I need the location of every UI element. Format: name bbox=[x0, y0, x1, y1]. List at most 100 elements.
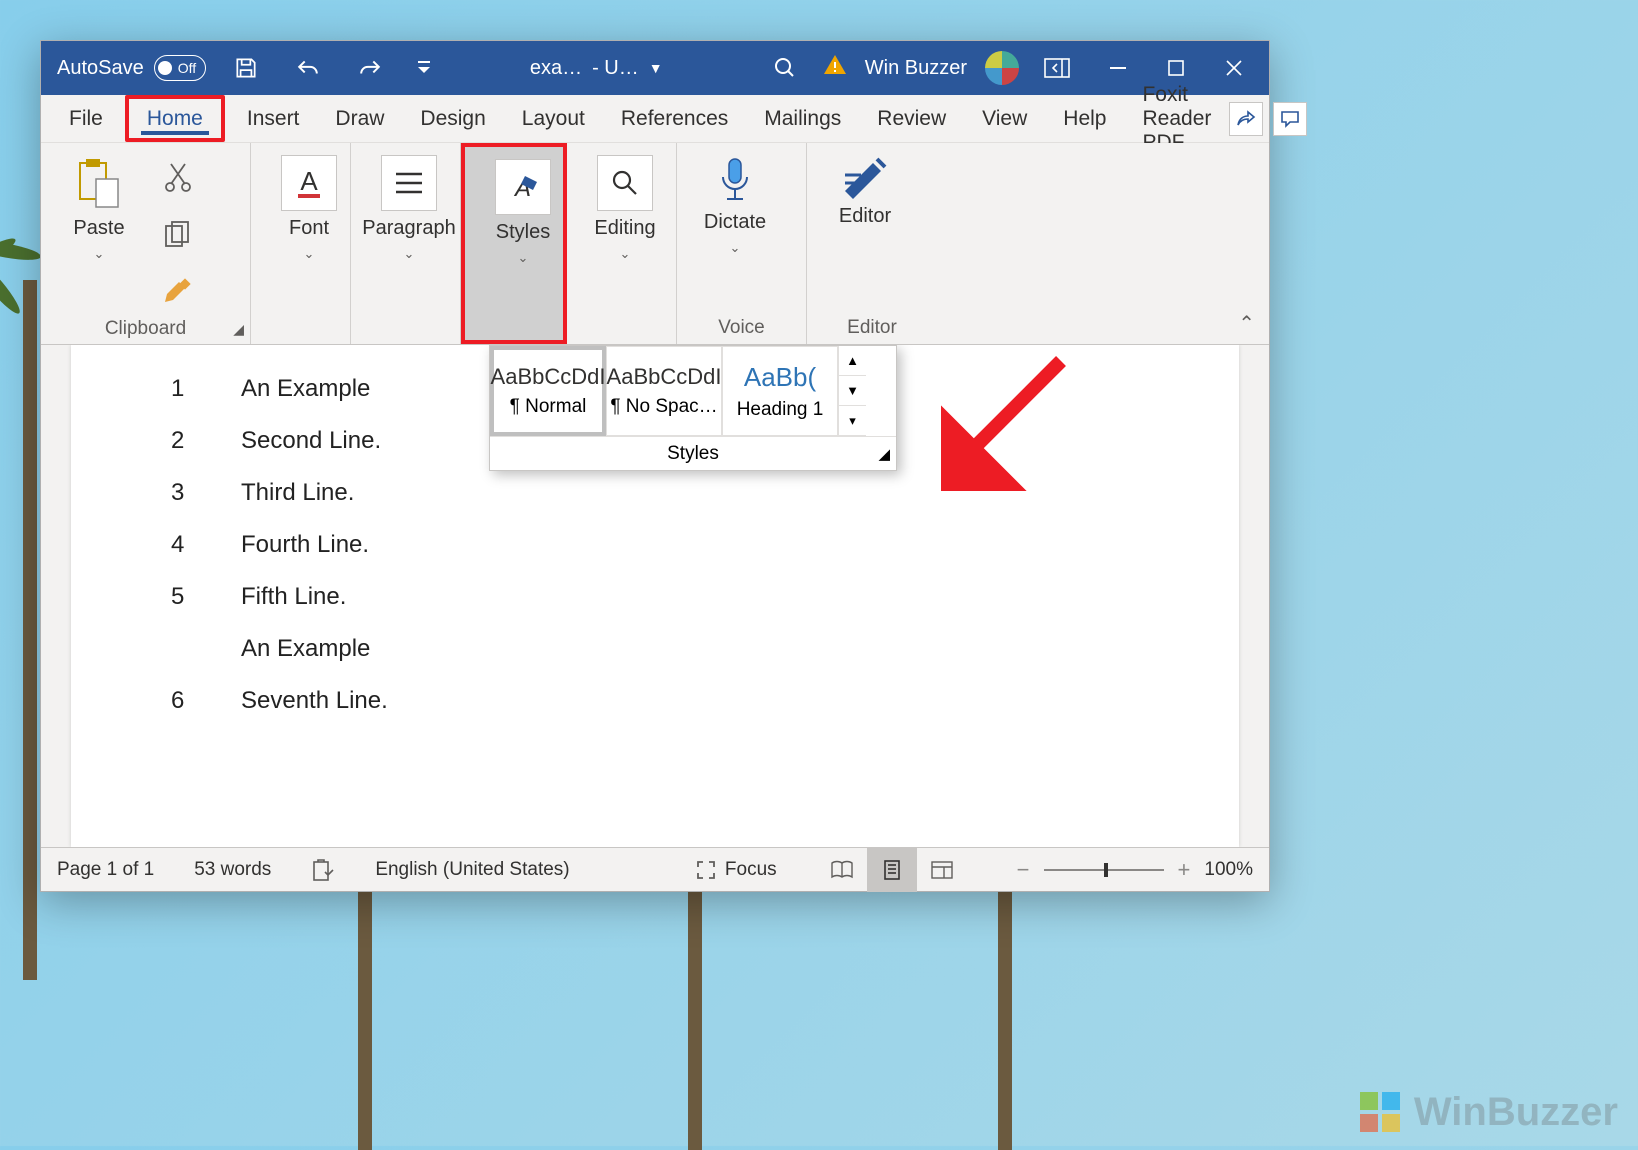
share-button[interactable] bbox=[1229, 102, 1263, 136]
editor-group-label: Editor bbox=[817, 314, 927, 342]
zoom-in-button[interactable]: + bbox=[1178, 857, 1191, 883]
gallery-scroll-up-button[interactable]: ▲ bbox=[839, 346, 866, 376]
tab-foxit[interactable]: Foxit Reader PDF bbox=[1124, 95, 1229, 142]
chevron-down-icon: ⌄ bbox=[94, 246, 105, 262]
zoom-controls: − + 100% bbox=[1017, 857, 1253, 883]
tab-layout[interactable]: Layout bbox=[504, 95, 603, 142]
style-heading-1-label: Heading 1 bbox=[737, 399, 824, 421]
editor-button[interactable]: Editor bbox=[817, 149, 913, 228]
web-layout-button[interactable] bbox=[917, 848, 967, 892]
tab-insert[interactable]: Insert bbox=[229, 95, 318, 142]
style-no-spacing-label: ¶ No Spac… bbox=[610, 396, 717, 418]
paragraph-button[interactable]: Paragraph ⌄ bbox=[361, 149, 457, 262]
user-avatar[interactable] bbox=[985, 51, 1019, 85]
font-group: A Font ⌄ bbox=[251, 143, 351, 344]
tab-design[interactable]: Design bbox=[402, 95, 503, 142]
voice-group-label: Voice bbox=[687, 314, 796, 342]
zoom-slider[interactable] bbox=[1044, 869, 1164, 871]
chevron-down-icon: ⌄ bbox=[620, 246, 631, 262]
format-painter-button[interactable] bbox=[155, 271, 201, 315]
title-dropdown-icon[interactable]: ▼ bbox=[649, 60, 663, 76]
clipboard-group-label: Clipboard bbox=[51, 315, 240, 342]
tab-review[interactable]: Review bbox=[859, 95, 964, 142]
close-button[interactable] bbox=[1205, 41, 1263, 95]
editing-button[interactable]: Editing ⌄ bbox=[577, 149, 673, 262]
print-layout-button[interactable] bbox=[867, 848, 917, 892]
tab-file[interactable]: File bbox=[51, 95, 121, 142]
clipboard-launcher-icon[interactable]: ◢ bbox=[233, 321, 244, 338]
editor-group: Editor Editor bbox=[807, 143, 937, 344]
document-page[interactable]: 1An Example 2Second Line. 3Third Line. 4… bbox=[71, 345, 1239, 847]
spellcheck-button[interactable] bbox=[311, 858, 335, 882]
zoom-out-button[interactable]: − bbox=[1017, 857, 1030, 883]
list-item: 4Fourth Line. bbox=[171, 531, 1139, 559]
tab-home[interactable]: Home bbox=[125, 95, 225, 142]
redo-button[interactable] bbox=[350, 48, 390, 88]
paste-button[interactable]: Paste ⌄ bbox=[51, 149, 147, 315]
styles-label: Styles bbox=[496, 221, 550, 244]
editor-label: Editor bbox=[839, 205, 891, 228]
copy-button[interactable] bbox=[155, 213, 201, 257]
style-no-spacing[interactable]: AaBbCcDdI ¶ No Spac… bbox=[606, 346, 722, 436]
list-item: An Example bbox=[171, 635, 1139, 663]
style-normal[interactable]: AaBbCcDdI ¶ Normal bbox=[490, 346, 606, 436]
tab-draw[interactable]: Draw bbox=[317, 95, 402, 142]
document-area: 1An Example 2Second Line. 3Third Line. 4… bbox=[41, 345, 1269, 847]
palm-tree-decoration bbox=[980, 890, 1030, 1150]
style-normal-label: ¶ Normal bbox=[510, 396, 587, 418]
voice-group: Dictate ⌄ Voice bbox=[677, 143, 807, 344]
chevron-down-icon: ⌄ bbox=[518, 250, 529, 266]
minimize-button[interactable] bbox=[1089, 41, 1147, 95]
word-window: AutoSave Off exa… - U… ▼ bbox=[40, 40, 1270, 892]
style-heading-1[interactable]: AaBb( Heading 1 bbox=[722, 346, 838, 436]
clipboard-group: Paste ⌄ Clipboard ◢ bbox=[41, 143, 251, 344]
gallery-scroll-down-button[interactable]: ▼ bbox=[839, 376, 866, 406]
styles-button[interactable]: A Styles ⌄ bbox=[475, 153, 571, 266]
language-status[interactable]: English (United States) bbox=[375, 859, 569, 881]
undo-button[interactable] bbox=[288, 48, 328, 88]
tab-view[interactable]: View bbox=[964, 95, 1045, 142]
word-count[interactable]: 53 words bbox=[194, 859, 271, 881]
zoom-level[interactable]: 100% bbox=[1204, 859, 1253, 881]
view-buttons bbox=[817, 848, 967, 892]
svg-text:A: A bbox=[300, 166, 318, 196]
autosave-toggle[interactable]: AutoSave Off bbox=[57, 55, 206, 81]
document-title: exa… - U… ▼ bbox=[456, 57, 737, 80]
user-name[interactable]: Win Buzzer bbox=[865, 57, 967, 80]
quick-access-toolbar bbox=[226, 48, 436, 88]
collapse-ribbon-button[interactable]: ⌃ bbox=[1238, 311, 1255, 336]
autosave-state: Off bbox=[178, 60, 196, 76]
ribbon-display-button[interactable] bbox=[1037, 48, 1077, 88]
chevron-down-icon: ⌄ bbox=[730, 240, 741, 256]
chevron-down-icon: ⌄ bbox=[404, 246, 415, 262]
palm-tree-decoration bbox=[670, 890, 720, 1150]
page-count[interactable]: Page 1 of 1 bbox=[57, 859, 154, 881]
save-button[interactable] bbox=[226, 48, 266, 88]
ribbon: Paste ⌄ Clipboard ◢ bbox=[41, 143, 1269, 345]
list-item: 5Fifth Line. bbox=[171, 583, 1139, 611]
cut-button[interactable] bbox=[155, 155, 201, 199]
font-button[interactable]: A Font ⌄ bbox=[261, 149, 357, 262]
editing-label: Editing bbox=[594, 217, 655, 240]
dictate-button[interactable]: Dictate ⌄ bbox=[687, 149, 783, 256]
font-label: Font bbox=[289, 217, 329, 240]
read-mode-button[interactable] bbox=[817, 848, 867, 892]
tab-mailings[interactable]: Mailings bbox=[746, 95, 859, 142]
search-button[interactable] bbox=[767, 50, 803, 86]
warning-icon[interactable] bbox=[823, 53, 847, 83]
styles-gallery-label: Styles bbox=[667, 443, 719, 465]
styles-gallery-popup: AaBbCcDdI ¶ Normal AaBbCcDdI ¶ No Spac… … bbox=[489, 345, 897, 471]
focus-mode-button[interactable]: Focus bbox=[695, 859, 777, 881]
comments-button[interactable] bbox=[1273, 102, 1307, 136]
styles-dialog-launcher-icon[interactable]: ◢ bbox=[878, 445, 890, 463]
tab-references[interactable]: References bbox=[603, 95, 746, 142]
list-item: 6Seventh Line. bbox=[171, 687, 1139, 715]
status-bar: Page 1 of 1 53 words English (United Sta… bbox=[41, 847, 1269, 891]
watermark-text: WinBuzzer bbox=[1414, 1090, 1618, 1135]
paragraph-label: Paragraph bbox=[362, 217, 455, 240]
tab-help[interactable]: Help bbox=[1045, 95, 1124, 142]
customize-qat-button[interactable] bbox=[412, 48, 436, 88]
editing-group: Editing ⌄ bbox=[567, 143, 677, 344]
gallery-expand-button[interactable]: ▾ bbox=[839, 406, 866, 436]
palm-tree-decoration bbox=[340, 890, 390, 1150]
